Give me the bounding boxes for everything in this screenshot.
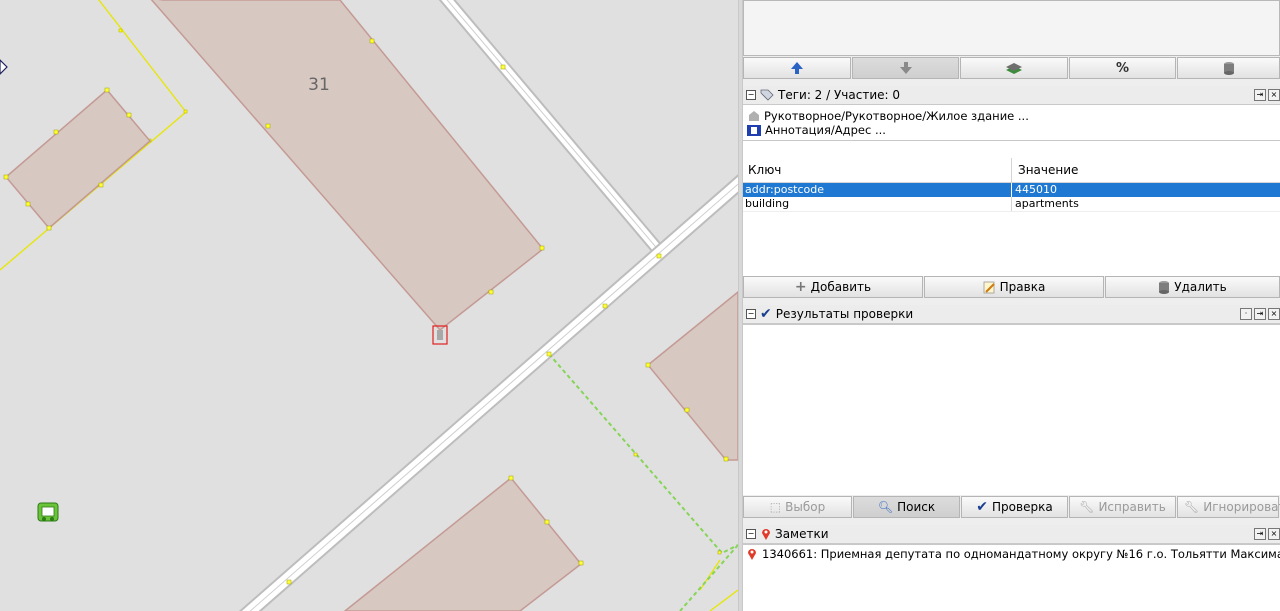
table-row[interactable]: addr:postcode 445010 — [743, 183, 1280, 197]
validate-button[interactable]: ✔ Проверка — [961, 496, 1068, 518]
validation-panel-title: Результаты проверки — [775, 307, 914, 321]
select-icon: ⬚ — [769, 500, 782, 514]
fix-button[interactable]: 🔧︎ Исправить — [1069, 496, 1176, 518]
tag-value-cell[interactable]: apartments — [1012, 197, 1280, 211]
building-number-label: 31 — [308, 75, 330, 95]
down-arrow-icon — [899, 62, 912, 74]
wrench-icon: 🔧︎ — [1184, 500, 1200, 514]
presets-list: Рукотворное/Рукотворное/Жилое здание ...… — [743, 105, 1280, 140]
database-icon — [1223, 61, 1234, 75]
delete-tag-button[interactable]: Удалить — [1105, 276, 1280, 298]
map-canvas[interactable]: 31 — [0, 0, 738, 611]
pin-icon[interactable]: ⇥ — [1254, 89, 1266, 101]
map-pin-icon — [762, 529, 770, 540]
settings-icon[interactable]: · — [1240, 308, 1252, 320]
close-icon[interactable]: × — [1268, 89, 1280, 101]
side-panel: % − Теги: 2 / Участие: 0 ⇥ × Рукотворное… — [743, 0, 1280, 611]
tag-table-header: Ключ Значение — [743, 158, 1280, 183]
notes-panel-title: Заметки — [775, 527, 829, 541]
close-icon[interactable]: × — [1268, 528, 1280, 540]
checkmark-icon: ✔ — [976, 499, 989, 515]
percent-icon: % — [1115, 60, 1130, 76]
layers-button[interactable] — [960, 57, 1068, 79]
map-pin-icon — [748, 549, 756, 560]
percent-button[interactable]: % — [1069, 57, 1176, 79]
tag-table: Ключ Значение addr:postcode 445010 build… — [743, 140, 1280, 276]
preset-item[interactable]: Аннотация/Адрес ... — [743, 123, 1280, 137]
notes-list: 1340661: Приемная депутата по одномандат… — [743, 544, 1280, 611]
address-icon — [747, 124, 761, 136]
collapse-icon[interactable]: − — [746, 90, 756, 100]
search-button[interactable]: 🔍︎ Поиск — [853, 496, 960, 518]
validation-actions: ⬚ Выбор 🔍︎ Поиск ✔ Проверка 🔧︎ Исправить… — [743, 496, 1280, 518]
wrench-icon: 🔧︎ — [1079, 500, 1095, 514]
move-down-button[interactable] — [852, 57, 959, 79]
top-toolbar: % — [743, 57, 1280, 79]
validation-panel-header: − ✔ Результаты проверки · ⇥ × — [743, 305, 1280, 324]
layers-icon — [1006, 63, 1022, 74]
plus-icon: + — [794, 279, 807, 295]
pin-icon[interactable]: ⇥ — [1254, 528, 1266, 540]
database-delete-icon — [1159, 280, 1170, 294]
ignore-button[interactable]: 🔧︎ Игнорировать — [1177, 496, 1280, 518]
edit-tag-button[interactable]: Правка — [924, 276, 1104, 298]
up-arrow-icon — [791, 62, 803, 74]
map-view[interactable]: 31 — [0, 0, 738, 611]
tag-value-cell[interactable]: 445010 — [1012, 183, 1280, 197]
tag-key-cell[interactable]: addr:postcode — [743, 183, 1012, 197]
collapse-icon[interactable]: − — [746, 309, 756, 319]
close-icon[interactable]: × — [1268, 308, 1280, 320]
checkmark-icon: ✔ — [760, 306, 772, 322]
green-poi-icon[interactable] — [37, 502, 59, 522]
column-value[interactable]: Значение — [1012, 158, 1280, 182]
notes-panel-header: − Заметки ⇥ × — [743, 525, 1280, 544]
move-up-button[interactable] — [743, 57, 851, 79]
tag-icon — [760, 89, 774, 101]
tag-key-cell[interactable]: building — [743, 197, 1012, 211]
collapse-icon[interactable]: − — [746, 529, 756, 539]
relation-list-area[interactable] — [743, 0, 1280, 56]
tags-panel-header: − Теги: 2 / Участие: 0 ⇥ × — [743, 86, 1280, 105]
house-icon — [749, 110, 759, 121]
database-button[interactable] — [1177, 57, 1280, 79]
list-item[interactable]: 1340661: Приемная депутата по одномандат… — [743, 545, 1280, 563]
pin-icon[interactable]: ⇥ — [1254, 308, 1266, 320]
tags-panel-title: Теги: 2 / Участие: 0 — [778, 88, 900, 102]
select-button[interactable]: ⬚ Выбор — [743, 496, 852, 518]
tag-actions: + Добавить Правка Удалить — [743, 276, 1280, 298]
column-key[interactable]: Ключ — [743, 158, 1012, 182]
preset-item[interactable]: Рукотворное/Рукотворное/Жилое здание ... — [743, 108, 1280, 123]
search-icon: 🔍︎ — [877, 500, 894, 514]
table-row[interactable]: building apartments — [743, 197, 1280, 212]
validation-results-area[interactable] — [743, 324, 1280, 495]
edit-icon — [983, 281, 995, 293]
add-tag-button[interactable]: + Добавить — [743, 276, 923, 298]
